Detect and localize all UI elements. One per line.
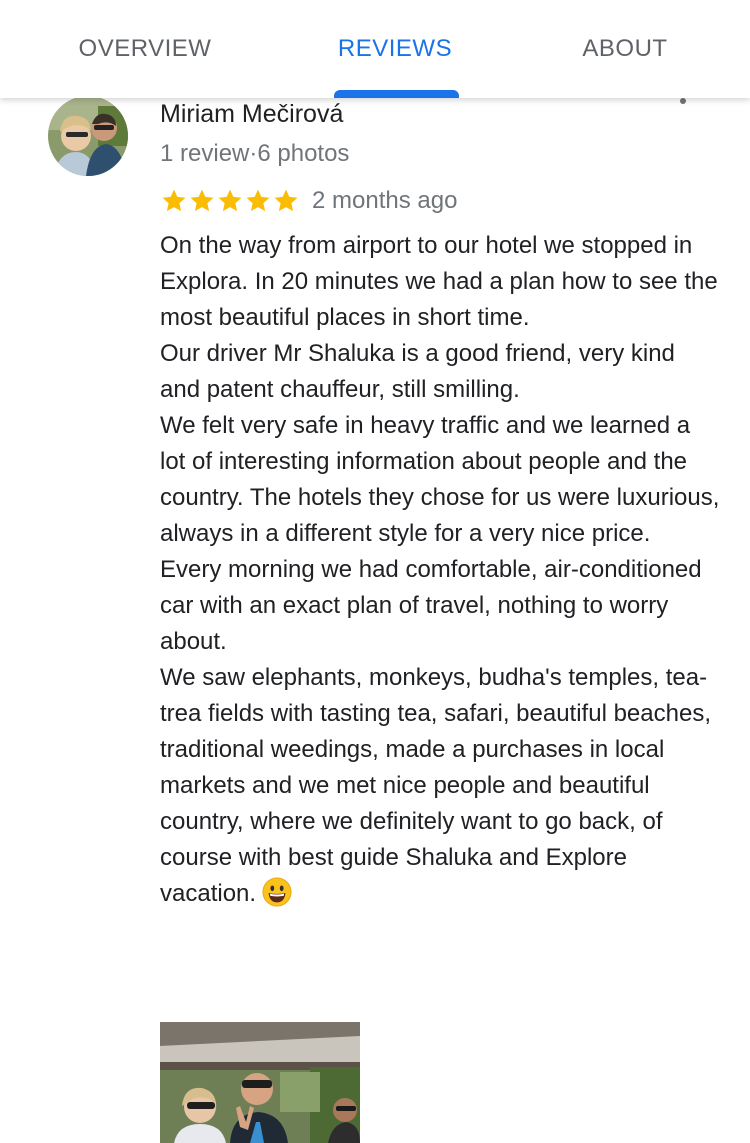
review-date: 2 months ago: [312, 187, 458, 214]
reviewer-name[interactable]: Miriam Mečirová: [160, 100, 343, 129]
review-photo[interactable]: [160, 1022, 360, 1143]
tab-bar: OVERVIEW REVIEWS ABOUT: [0, 0, 750, 98]
avatar[interactable]: [48, 96, 128, 176]
review-text: On the way from airport to our hotel we …: [160, 232, 720, 907]
tab-overview[interactable]: OVERVIEW: [40, 0, 250, 98]
star-rating: [160, 187, 300, 215]
reviewer-meta: 1 review·6 photos: [160, 140, 350, 167]
star-icon: [246, 189, 270, 212]
tab-about[interactable]: ABOUT: [530, 0, 720, 98]
star-icon: [218, 189, 242, 212]
active-tab-indicator: [334, 90, 459, 98]
tab-reviews[interactable]: REVIEWS: [290, 0, 500, 98]
rating-row: 2 months ago: [160, 183, 457, 219]
review-text-block: On the way from airport to our hotel we …: [160, 228, 720, 912]
star-icon: [190, 189, 214, 212]
star-icon: [162, 189, 186, 212]
grinning-face-icon: [262, 877, 292, 907]
star-icon: [274, 189, 298, 212]
